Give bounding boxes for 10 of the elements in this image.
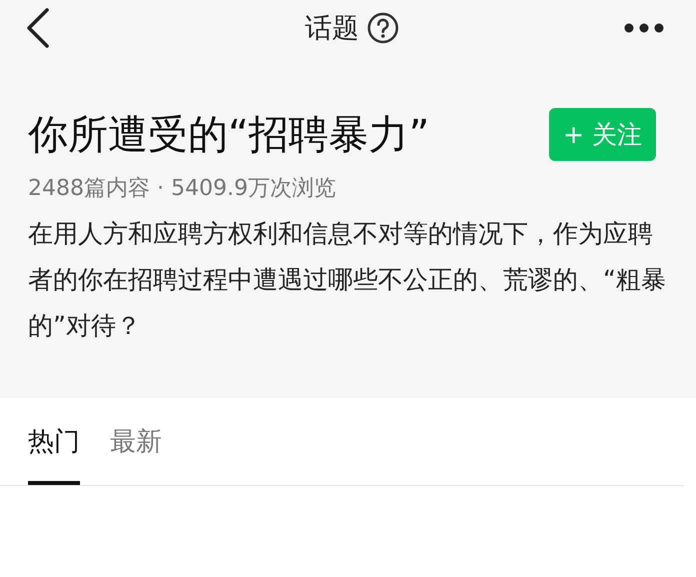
back-icon[interactable] [26,8,50,48]
tab[interactable]: 热门 [28,420,80,485]
follow-button[interactable]: + 关注 [549,108,656,161]
topic-description: 在用人方和应聘方权利和信息不对等的情况下，作为应聘者的你在招聘过程中遭遇过哪些不公正的、荒谬的、“粗暴的”对待？ [27,218,667,342]
topic-stats: 2488篇内容 · 5409.9万次浏览 [27,175,337,203]
help-icon[interactable] [367,12,399,44]
more-icon[interactable] [624,23,664,33]
page-title: 话题 [305,12,359,46]
tab[interactable]: 最新 [110,420,162,485]
topic-title: 你所遭受的“招聘暴力” [28,110,430,160]
